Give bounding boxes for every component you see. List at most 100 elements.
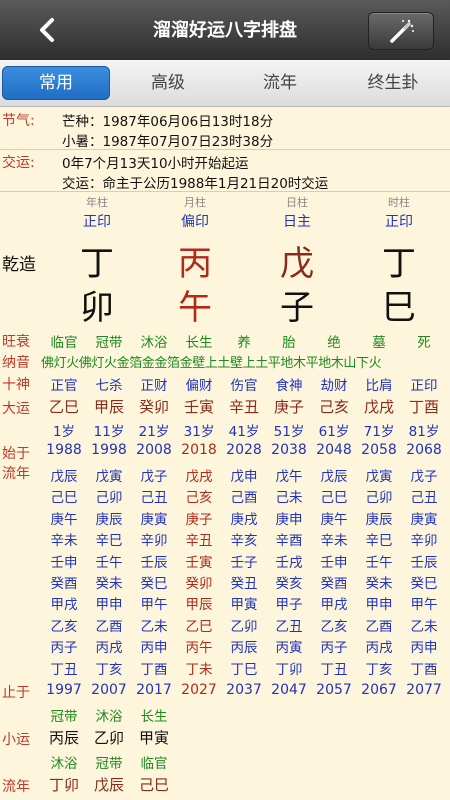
wangshuai-cell: 养 [237,335,251,351]
liunian-cell: 乙亥 [320,618,348,635]
end-year: 2047 [271,682,307,698]
liunian-cell: 甲申 [95,597,123,614]
liunian-cell: 癸酉 [320,576,348,592]
liunian-cell-current: 辛丑 [185,533,213,550]
liunian-cell: 辛未 [50,533,78,550]
xiaoyun-bottom-cell: 冠带 [95,756,123,772]
liunian-cell: 丙寅 [275,640,303,657]
start-year: 2008 [136,442,172,458]
wangshuai-cell: 临官 [50,335,78,351]
liunian-cell: 己卯 [365,490,393,507]
start-year: 2058 [361,442,397,458]
dayun-age: 41岁 [228,424,260,440]
dayun-age: 21岁 [138,424,170,440]
liunian-cell: 乙丑 [275,618,303,635]
jieqi-line-1: 芒种：1987年06月06日13时18分 [62,114,274,130]
shishen-label: 十神 [2,377,30,393]
liunian-cell: 丙子 [320,640,348,657]
liunian-cell: 壬辰 [410,554,438,571]
dayun-cell: 癸卯 [138,398,169,416]
stem-ding: 丁 [382,244,416,284]
liunian-cell: 丁酉 [410,661,438,678]
jiaoyun-line-2: 交运：命主于公历1988年1月21日20时交运 [62,176,329,192]
tab-bar: 常用 高级 流年 终生卦 [0,60,450,107]
liunian-cell: 丁巳 [230,661,258,678]
liunian-cell: 庚辰 [95,511,123,528]
dayun-age: 11岁 [93,424,125,440]
liunian-cell: 戊子 [410,469,438,485]
tab-liunian[interactable]: 流年 [226,66,334,100]
liunian-cell: 壬午 [95,554,123,571]
liunian-cell: 癸未 [365,576,393,592]
liunian-cell: 丙戌 [95,640,123,657]
dayun-cell: 己亥 [318,398,349,416]
start-year: 2048 [316,442,352,458]
stem-wu: 戊 [280,244,314,284]
tab-zhongshenggua[interactable]: 终生卦 [338,66,448,100]
liunian-cell: 丙戌 [365,640,393,657]
liunian-bottom-label: 流年 [2,779,30,795]
jiaoyun-label: 交运: [2,155,35,171]
liunian-cell: 丙申 [410,640,438,657]
pillar-shishen-cell: 正印 [83,214,111,230]
liunian-cell: 乙未 [140,618,168,635]
magic-wand-icon [390,19,414,43]
divider [0,191,450,192]
pillar-header: 时柱 [388,196,410,209]
liunian-cell: 丁丑 [50,661,78,678]
start-years-label: 始于 [2,446,30,462]
liunian-cell: 辛卯 [140,533,168,550]
liunian-cell: 癸丑 [230,576,258,592]
branch-wu: 午 [178,288,212,328]
liunian-cell-current: 己亥 [185,490,213,507]
end-year-current: 2027 [181,682,217,698]
liunian-cell: 甲午 [410,597,438,614]
liunian-cell: 戊辰 [320,469,348,485]
liunian-cell: 戊寅 [365,469,393,485]
liunian-cell: 丁亥 [95,661,123,678]
liunian-cell: 己酉 [230,490,258,507]
start-year-current: 2018 [181,442,217,458]
liunian-cell: 辛酉 [275,533,303,550]
liunian-cell: 己卯 [95,490,123,507]
dayun-age: 31岁 [183,424,215,440]
jiaoyun-line-1: 0年7个月13天10小时开始起运 [62,156,249,172]
liunian-cell: 戊申 [230,469,258,485]
liunian-cell: 壬申 [320,554,348,571]
branch-mao: 卯 [80,288,114,328]
xiaoyun-bottom-cell: 临官 [140,756,168,772]
dayun-cell: 乙巳 [48,398,79,416]
liunian-cell: 己丑 [140,490,168,507]
title-bar: 溜溜好运八字排盘 [0,0,450,60]
start-year: 2038 [271,442,307,458]
wangshuai-cell: 沐浴 [140,335,168,351]
tab-changyong[interactable]: 常用 [2,66,110,100]
start-year: 1988 [46,442,82,458]
end-year: 2017 [136,682,172,698]
liunian-cell: 丙辰 [230,640,258,657]
shishen-cell: 伤官 [230,378,258,394]
liunian-cell: 戊寅 [95,469,123,485]
liunian-cell: 丁丑 [320,661,348,678]
xiaoyun-label: 小运 [2,732,30,748]
liunian-cell: 戊午 [275,469,303,485]
liunian-cell: 癸巳 [140,576,168,592]
dayun-cell: 庚子 [273,398,304,416]
shishen-cell: 正财 [140,378,168,394]
divider [0,149,450,150]
liunian-cell: 癸酉 [50,576,78,592]
shishen-cell: 正官 [50,378,78,394]
liunian-cell: 己丑 [410,490,438,507]
liunian-cell: 壬午 [365,554,393,571]
dayun-cell: 辛丑 [228,398,259,416]
tab-gaoji[interactable]: 高级 [114,66,222,100]
magic-wand-button[interactable] [368,12,434,50]
liunian-bottom-cell: 己巳 [138,776,169,794]
liunian-cell: 辛未 [320,533,348,550]
liunian-cell: 乙卯 [230,618,258,635]
liunian-cell: 甲申 [365,597,393,614]
liunian-cell-current: 丙午 [185,640,213,657]
liunian-cell: 辛卯 [410,533,438,550]
wangshuai-cell: 冠带 [95,335,123,351]
start-year: 2028 [226,442,262,458]
